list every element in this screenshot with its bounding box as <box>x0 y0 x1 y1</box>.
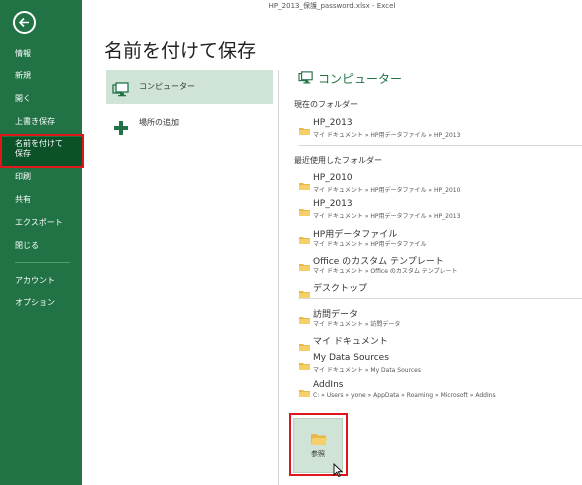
nav-options[interactable]: オプション <box>0 292 82 314</box>
nav-save-as[interactable]: 名前を付けて 保存 <box>0 137 82 166</box>
folder-icon <box>299 283 310 302</box>
folder-icon <box>299 120 310 139</box>
place-add-location-label: 場所の追加 <box>139 118 179 127</box>
panel-header: コンピューター <box>298 70 402 87</box>
plus-icon <box>114 116 128 150</box>
nav-new[interactable]: 新規 <box>0 65 82 87</box>
folder-path: マイ ドキュメント » Office のカスタム テンプレート <box>313 268 458 275</box>
places-list: コンピューター 場所の追加 <box>82 70 279 485</box>
folder-name: My Data Sources <box>313 353 389 363</box>
nav-save-as-line2: 保存 <box>15 149 31 158</box>
folder-icon <box>299 201 310 220</box>
folder-open-icon <box>311 431 327 450</box>
folder-icon <box>299 355 310 374</box>
folder-icon <box>299 229 310 248</box>
folder-name: AddIns <box>313 380 344 390</box>
folder-name: HP_2013 <box>313 199 353 209</box>
nav-share[interactable]: 共有 <box>0 189 82 211</box>
folder-path: マイ ドキュメント » HP用データファイル » HP_2013 <box>313 213 461 220</box>
browse-label: 参照 <box>311 450 325 458</box>
panel-header-label: コンピューター <box>318 72 403 86</box>
folder-path: マイ ドキュメント » HP用データファイル » HP_2010 <box>313 187 461 194</box>
nav-save[interactable]: 上書き保存 <box>0 111 82 133</box>
folder-path: マイ ドキュメント » HP用データファイル <box>313 241 427 248</box>
nav-save-as-line1: 名前を付けて <box>15 139 63 148</box>
nav-divider <box>15 262 70 263</box>
backstage-nav: 情報 新規 開く 上書き保存 名前を付けて 保存 印刷 共有 エクスポート 閉じ… <box>0 0 82 485</box>
section-divider <box>298 145 582 146</box>
folder-name: マイ ドキュメント <box>313 337 388 347</box>
computer-icon <box>298 71 314 88</box>
back-arrow-icon[interactable] <box>13 11 36 34</box>
section-divider <box>298 298 582 299</box>
nav-open[interactable]: 開く <box>0 88 82 110</box>
page-title: 名前を付けて保存 <box>104 40 257 62</box>
folder-path: C: » Users » yone » AppData » Roaming » … <box>313 392 496 399</box>
window-title: HP_2013_保護_password.xlsx - Excel <box>268 2 396 10</box>
place-computer[interactable]: コンピューター <box>106 70 273 104</box>
nav-print[interactable]: 印刷 <box>0 166 82 188</box>
folder-name: デスクトップ <box>313 284 368 294</box>
nav-account[interactable]: アカウント <box>0 270 82 292</box>
place-computer-label: コンピューター <box>139 82 195 91</box>
folder-path: マイ ドキュメント » 訪問データ <box>313 321 401 328</box>
mouse-cursor-icon <box>333 462 344 481</box>
folder-icon <box>299 382 310 401</box>
nav-info[interactable]: 情報 <box>0 43 82 65</box>
folder-path: マイ ドキュメント » My Data Sources <box>313 367 421 374</box>
current-folder-label: 現在のフォルダー <box>294 100 358 109</box>
recent-folders-label: 最近使用したフォルダー <box>294 156 382 165</box>
nav-close[interactable]: 閉じる <box>0 235 82 257</box>
folder-icon <box>299 175 310 194</box>
folder-name: HP_2010 <box>313 173 353 183</box>
nav-export[interactable]: エクスポート <box>0 212 82 234</box>
place-add-location[interactable]: 場所の追加 <box>106 106 273 140</box>
folder-icon <box>299 336 310 355</box>
folder-icon <box>299 309 310 328</box>
folder-name: HP_2013 <box>313 118 353 128</box>
folder-path: マイ ドキュメント » HP用データファイル » HP_2013 <box>313 132 461 139</box>
folder-icon <box>299 256 310 275</box>
